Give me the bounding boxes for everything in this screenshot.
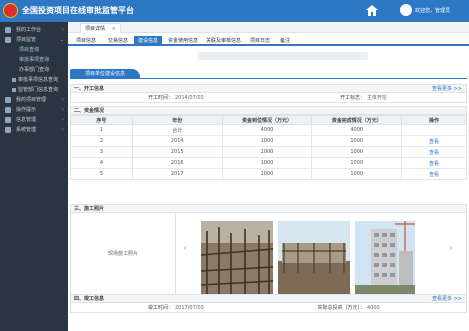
tab-remarks[interactable]: 备注 — [276, 36, 294, 46]
sub-tab-bar: 项目信息 交易信息 建设信息 资金使用信息 关联及审核信息 项目日志 备注 — [68, 34, 469, 46]
next-arrow-icon[interactable]: › — [449, 243, 453, 254]
finish-amount-label: 实际总投资（万元）： — [317, 305, 365, 311]
sidebar-item-info[interactable]: 信息管理 › — [0, 115, 68, 125]
fund-table: 序号 年份 资金到位情况（万元） 资金完成情况（万元） 操作 1 合计 4000… — [70, 115, 467, 180]
finish-date-label: 竣工时间： — [147, 305, 173, 311]
photo-gallery: 现场施工照片 ‹ › — [70, 213, 467, 297]
view-link[interactable]: 查看 — [429, 161, 439, 167]
table-row: 1 合计 4000 4000 — [70, 124, 467, 136]
tab-fund-usage[interactable]: 资金使用信息 — [164, 36, 202, 46]
start-date-label: 开工时间： — [147, 95, 173, 101]
home-icon[interactable] — [366, 5, 378, 16]
table-row: 3 2015 1000 1000 查看 — [70, 146, 467, 158]
chevron-right-icon: › — [62, 97, 64, 103]
chevron-right-icon: › — [62, 27, 64, 33]
col-action: 操作 — [401, 115, 467, 125]
finish-date-value: 2017/07/03 — [175, 305, 204, 311]
page-tab-bar: 项目详情 × — [68, 22, 469, 33]
photo-heading: 三、施工照片 — [70, 204, 467, 213]
chevron-down-icon: ⌄ — [59, 37, 64, 43]
col-index: 序号 — [70, 115, 133, 125]
finish-info-block: 四、竣工信息 查看更多 >> 竣工时间： 2017/07/03 实际总投资（万元… — [70, 294, 467, 313]
tab-project-info[interactable]: 项目信息 — [72, 36, 100, 46]
col-funds-completed: 资金完成情况（万元） — [311, 115, 403, 125]
fund-heading: 二、资金情况 — [70, 106, 467, 115]
monitor-icon — [5, 37, 11, 43]
col-year: 年份 — [131, 115, 223, 125]
chevron-right-icon: › — [62, 117, 64, 123]
section-divider — [70, 78, 467, 79]
view-link[interactable]: 查看 — [429, 139, 439, 145]
user-greeting[interactable]: 欢迎您，管理员 — [415, 7, 450, 14]
sidebar-item-tips[interactable]: 操作提示 › — [0, 105, 68, 115]
start-mark-label: 开工标志： — [339, 95, 365, 101]
page-tab-project-detail[interactable]: 项目详情 × — [80, 23, 121, 33]
folder-icon — [5, 97, 11, 103]
sidebar-sub2-approval-info[interactable]: 审批事项信息查询 — [0, 75, 68, 85]
blurred-project-name — [198, 52, 368, 60]
start-info-row: 开工时间： 2014/07/03 开工标志： 主体开挖 — [70, 93, 467, 103]
tab-project-log[interactable]: 项目日志 — [246, 36, 274, 46]
info-icon — [5, 117, 11, 123]
table-header-row: 序号 年份 资金到位情况（万元） 资金完成情况（万元） 操作 — [70, 115, 467, 125]
fund-block: 二、资金情况 序号 年份 资金到位情况（万元） 资金完成情况（万元） 操作 1 … — [70, 106, 467, 180]
sidebar: 我的工作台 › 项目监管 ⌄ 项目查询 审批事项查询 办事部门查询 审批事项信息… — [0, 22, 68, 331]
construction-photo-3[interactable] — [355, 221, 415, 295]
start-mark-value: 主体开挖 — [367, 95, 388, 101]
start-info-heading: 一、开工信息 查看更多 >> — [70, 84, 467, 93]
tips-icon — [5, 107, 11, 113]
user-avatar-icon[interactable] — [400, 4, 412, 16]
sidebar-item-system[interactable]: 系统管理 › — [0, 125, 68, 135]
tab-construction-info[interactable]: 建设信息 — [134, 36, 163, 46]
sidebar-sub-dept-query[interactable]: 办事部门查询 — [0, 65, 68, 75]
sidebar-item-project-monitor[interactable]: 项目监管 ⌄ — [0, 35, 68, 45]
finish-info-row: 竣工时间： 2017/07/03 实际总投资（万元）： 4000 — [70, 303, 467, 313]
main-content: 项目详情 × 项目信息 交易信息 建设信息 资金使用信息 关联及审核信息 项目日… — [68, 22, 469, 331]
photo-block: 三、施工照片 现场施工照片 ‹ › — [70, 204, 467, 297]
prev-arrow-icon[interactable]: ‹ — [183, 243, 187, 254]
photo-label: 现场施工照片 — [71, 213, 176, 295]
emblem-logo — [3, 3, 18, 18]
tab-related-audit[interactable]: 关联及审核信息 — [202, 36, 245, 46]
col-funds-received: 资金到位情况（万元） — [221, 115, 313, 125]
close-icon[interactable]: × — [112, 26, 116, 32]
tab-trade-info[interactable]: 交易信息 — [104, 36, 132, 46]
chevron-right-icon: › — [62, 107, 64, 113]
sidebar-sub2-monitor-info[interactable]: 监管部门信息查询 — [0, 85, 68, 95]
construction-photo-1[interactable] — [201, 221, 273, 295]
start-date-value: 2014/07/03 — [175, 95, 204, 101]
table-row: 5 2017 1000 1000 查看 — [70, 168, 467, 180]
sidebar-sub-approval-query[interactable]: 审批事项查询 — [0, 55, 68, 65]
construction-photo-2[interactable] — [278, 221, 350, 295]
desktop-icon — [5, 27, 11, 33]
app-title: 全国投资项目在线审批监管平台 — [22, 6, 134, 15]
top-bar: 全国投资项目在线审批监管平台 欢迎您，管理员 — [0, 0, 469, 22]
start-info-block: 一、开工信息 查看更多 >> 开工时间： 2014/07/03 开工标志： 主体… — [70, 84, 467, 103]
finish-amount-value: 4000 — [367, 305, 380, 311]
view-link[interactable]: 查看 — [429, 172, 439, 178]
view-link[interactable]: 查看 — [429, 150, 439, 156]
gear-icon — [5, 127, 11, 133]
sidebar-sub-project-query[interactable]: 项目查询 — [0, 45, 68, 55]
table-row: 4 2016 1000 1000 查看 — [70, 157, 467, 169]
chevron-right-icon: › — [62, 127, 64, 133]
list-icon — [12, 88, 16, 92]
finish-info-heading: 四、竣工信息 查看更多 >> — [70, 294, 467, 303]
list-icon — [12, 78, 16, 82]
sidebar-item-workbench[interactable]: 我的工作台 › — [0, 25, 68, 35]
sidebar-item-my-projects[interactable]: 我的项目管理 › — [0, 95, 68, 105]
table-row: 2 2014 1000 1000 查看 — [70, 135, 467, 147]
